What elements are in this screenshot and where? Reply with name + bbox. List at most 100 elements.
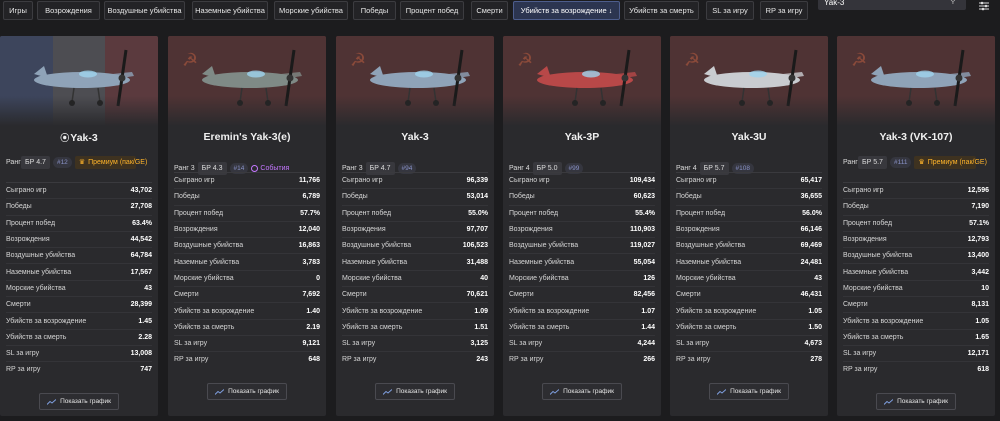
stat-value: 0: [316, 274, 320, 282]
stat-label: Наземные убийства: [843, 268, 909, 276]
search-input[interactable]: [824, 0, 944, 8]
stat-row: Убийств за возрождение 1.07: [509, 302, 655, 318]
premium-icon: ♛: [918, 158, 925, 166]
stat-label: Убийств за смерть: [509, 323, 570, 331]
show-graph-button[interactable]: Показать график: [375, 383, 455, 400]
stat-label: Наземные убийства: [342, 258, 408, 266]
vehicle-hero: ☭: [670, 36, 828, 126]
stat-row: Морские убийства 126: [509, 269, 655, 286]
stat-label: Возрождения: [843, 236, 887, 244]
stat-value: 1.65: [975, 333, 989, 341]
vehicle-card[interactable]: ☭ Yak-3 (VK-107) Ранг 4 БР 5.7 #111 ♛ Премиум …: [837, 36, 995, 416]
stat-row: Воздушные убийства 119,027: [509, 237, 655, 253]
stat-value: 8,131: [971, 301, 989, 309]
stat-value: 57.1%: [969, 219, 989, 227]
filter-button-label: RP за игру: [765, 6, 803, 15]
vehicle-hero: [0, 36, 158, 126]
stat-label: Морские убийства: [509, 274, 569, 282]
stat-row: Процент побед 57.1%: [843, 214, 989, 231]
stat-row: Воздушные убийства 13,400: [843, 247, 989, 263]
stat-value: 110,903: [630, 226, 655, 234]
stat-row: RP за игру 618: [843, 361, 989, 377]
stat-label: Победы: [676, 193, 702, 201]
stat-row: Убийств за смерть 1.65: [843, 328, 989, 345]
stat-value: 1.05: [975, 317, 989, 325]
search-icon[interactable]: ⚲: [950, 0, 960, 8]
stat-value: 4,244: [637, 340, 655, 348]
stat-label: Процент побед: [6, 219, 56, 227]
stat-row: Победы 53,014: [342, 188, 488, 204]
vehicle-card[interactable]: ☭ Yak-3U Ранг 4 БР 5.7 #108 Сыграно игр 65,417…: [670, 36, 828, 416]
stat-row: Морские убийства 40: [342, 269, 488, 286]
stat-label: Воздушные убийства: [174, 242, 244, 250]
stat-value: 1.09: [474, 307, 488, 315]
stat-value: 96,339: [466, 177, 488, 185]
vehicle-title: Yak-3 (VK-107): [841, 131, 991, 143]
stat-row: Процент побед 63.4%: [6, 214, 152, 231]
stat-row: SL за игру 9,121: [174, 334, 320, 351]
show-graph-button[interactable]: Показать график: [876, 393, 956, 410]
stat-label: Возрождения: [174, 226, 218, 234]
stat-label: Наземные убийства: [509, 258, 575, 266]
stat-row: Воздушные убийства 69,469: [676, 237, 822, 253]
chart-line-icon: [47, 398, 57, 405]
filter-button[interactable]: Убийств за возрождение ↓: [513, 1, 620, 20]
stat-row: Убийств за смерть 1.51: [342, 318, 488, 335]
vehicle-card[interactable]: ☭ Eremin's Yak-3(e) Ранг 3 БР 4.3 #14 События…: [168, 36, 326, 416]
vehicle-name: Yak-3U: [731, 131, 767, 143]
stat-label: Процент побед: [509, 209, 559, 217]
filter-button-label: Убийств за возрождение: [520, 6, 607, 15]
stat-value: 747: [140, 366, 152, 374]
filter-button[interactable]: Смерти: [471, 1, 508, 20]
stat-row: Убийств за возрождение 1.40: [174, 302, 320, 318]
stat-row: Сыграно игр 65,417: [676, 172, 822, 188]
stat-row: Наземные убийства 55,054: [509, 253, 655, 269]
filter-button[interactable]: SL за игру: [706, 1, 754, 20]
stat-value: 9,121: [302, 340, 320, 348]
chart-line-icon: [717, 388, 727, 395]
stat-label: Победы: [509, 193, 535, 201]
filter-button[interactable]: Убийств за смерть: [624, 1, 699, 20]
stat-label: Возрождения: [676, 226, 720, 234]
filter-button-label: Морские убийства: [279, 6, 343, 15]
filter-button[interactable]: RP за игру: [760, 1, 808, 20]
vehicle-card[interactable]: ☭ Yak-3P Ранг 4 БР 5.0 #99 Сыграно игр 109,434…: [503, 36, 661, 416]
chart-line-icon: [215, 388, 225, 395]
vehicle-card[interactable]: ⦿Yak-3 Ранг 3 БР 4.7 #12 ♛ Премиум (пак/GE) Сы…: [0, 36, 158, 416]
stat-value: 109,434: [629, 177, 655, 185]
filter-button-label: Процент побед: [405, 6, 459, 15]
stat-row: Смерти 8,131: [843, 296, 989, 312]
filter-button[interactable]: Наземные убийства: [192, 1, 268, 20]
stat-row: Смерти 46,431: [676, 286, 822, 302]
chart-line-icon: [550, 388, 560, 395]
show-graph-button[interactable]: Показать график: [542, 383, 622, 400]
premium-badge: ♛ Премиум (пак/GE): [74, 155, 147, 169]
stat-row: Убийств за смерть 1.50: [676, 318, 822, 335]
stat-row: SL за игру 13,008: [6, 344, 152, 361]
filter-button[interactable]: Возрождения: [37, 1, 100, 20]
filter-button[interactable]: Игры: [3, 1, 33, 20]
show-graph-button[interactable]: Показать график: [709, 383, 789, 400]
stat-row: Сыграно игр 43,702: [6, 182, 152, 198]
stat-value: 24,481: [800, 258, 822, 266]
stat-row: SL за игру 4,244: [509, 334, 655, 351]
filter-button[interactable]: Морские убийства: [274, 1, 348, 20]
stat-label: Смерти: [676, 291, 701, 299]
stat-label: RP за игру: [342, 356, 377, 364]
stat-label: Убийств за смерть: [174, 323, 235, 331]
vehicle-name: Eremin's Yak-3(e): [203, 131, 291, 143]
stat-row: SL за игру 3,125: [342, 334, 488, 351]
show-graph-button[interactable]: Показать график: [39, 393, 119, 410]
filter-icon[interactable]: [975, 0, 993, 12]
filter-button[interactable]: Воздушные убийства: [104, 1, 185, 20]
search-box[interactable]: ⚲: [818, 0, 966, 10]
filter-button[interactable]: Процент побед: [400, 1, 464, 20]
stats-table: Сыграно игр 12,596 Победы 7,190 Процент побе…: [843, 182, 989, 378]
stat-row: Смерти 82,456: [509, 286, 655, 302]
stat-row: Убийств за смерть 2.19: [174, 318, 320, 335]
vehicle-card[interactable]: ☭ Yak-3 Ранг 3 БР 4.7 #94 Сыграно игр 96,339 По…: [336, 36, 494, 416]
filter-button[interactable]: Победы: [353, 1, 396, 20]
stat-label: RP за игру: [843, 366, 878, 374]
filter-button-label: Смерти: [476, 6, 503, 15]
show-graph-button[interactable]: Показать график: [207, 383, 287, 400]
